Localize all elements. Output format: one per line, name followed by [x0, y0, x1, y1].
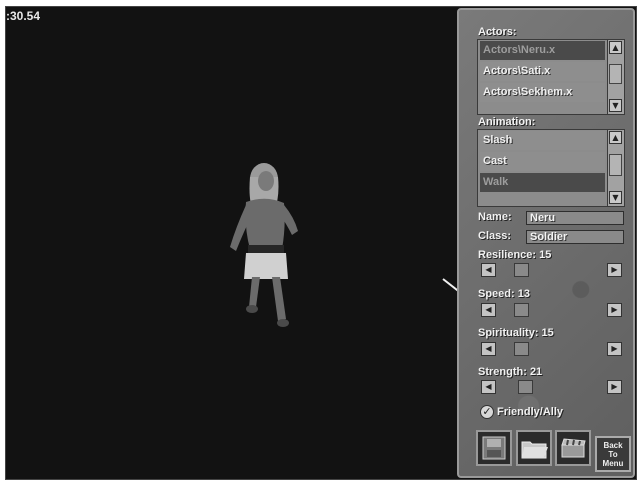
list-item[interactable]: Slash [480, 131, 605, 150]
actors-label: Actors: [478, 26, 517, 38]
list-item[interactable]: Actors\Sati.x [480, 62, 605, 81]
fps-counter: :30.54 [6, 9, 41, 23]
speed-slider-knob[interactable] [514, 303, 529, 317]
spirituality-label: Spirituality: 15 [478, 327, 554, 339]
spirituality-increase-button[interactable]: ▶ [607, 342, 622, 356]
resilience-label: Resilience: 15 [478, 249, 552, 261]
animation-button[interactable] [555, 430, 591, 466]
back-label-line1: Back [603, 441, 623, 450]
animation-listbox[interactable]: Slash Cast Walk ▲ ▼ [477, 129, 625, 207]
back-to-menu-button[interactable]: Back To Menu [595, 436, 631, 472]
folder-icon [521, 441, 548, 459]
spirituality-slider-knob[interactable] [514, 342, 529, 356]
list-item[interactable]: Actors\Neru.x [480, 41, 605, 60]
strength-decrease-button[interactable]: ◀ [481, 380, 496, 394]
scroll-up-icon[interactable]: ▲ [609, 41, 622, 54]
speed-label: Speed: 13 [478, 288, 530, 300]
strength-slider-knob[interactable] [518, 380, 533, 394]
strength-label: Strength: 21 [478, 366, 543, 378]
spirituality-decrease-button[interactable]: ◀ [481, 342, 496, 356]
scroll-thumb[interactable] [609, 64, 622, 84]
scroll-down-icon[interactable]: ▼ [609, 191, 622, 204]
resilience-decrease-button[interactable]: ◀ [481, 263, 496, 277]
speed-decrease-button[interactable]: ◀ [481, 303, 496, 317]
list-item[interactable]: Walk [480, 173, 605, 192]
list-item[interactable]: Actors\Sekhem.x [480, 83, 605, 102]
actors-scrollbar[interactable]: ▲ ▼ [607, 40, 624, 114]
list-item[interactable]: Cast [480, 152, 605, 171]
3d-viewport[interactable] [6, 7, 454, 477]
back-label-line2: To [608, 450, 618, 459]
save-icon [482, 436, 506, 460]
resilience-slider-knob[interactable] [514, 263, 529, 277]
clapperboard-icon [561, 438, 586, 458]
friendly-label: Friendly/Ally [497, 406, 564, 418]
scroll-down-icon[interactable]: ▼ [609, 99, 622, 112]
name-label: Name: [478, 211, 512, 223]
save-button[interactable] [476, 430, 512, 466]
strength-increase-button[interactable]: ▶ [607, 380, 622, 394]
animation-scrollbar[interactable]: ▲ ▼ [607, 130, 624, 206]
scroll-thumb[interactable] [609, 154, 622, 176]
animation-label: Animation: [478, 116, 536, 128]
character-model[interactable] [216, 157, 316, 337]
speed-increase-button[interactable]: ▶ [607, 303, 622, 317]
scroll-up-icon[interactable]: ▲ [609, 131, 622, 144]
open-button[interactable] [516, 430, 552, 466]
resilience-increase-button[interactable]: ▶ [607, 263, 622, 277]
class-label: Class: [478, 230, 512, 242]
friendly-checkbox[interactable]: ✓ [480, 405, 494, 419]
name-field[interactable]: Neru [526, 211, 624, 225]
class-field[interactable]: Soldier [526, 230, 624, 244]
back-label-line3: Menu [602, 459, 624, 468]
actors-listbox[interactable]: Actors\Neru.x Actors\Sati.x Actors\Sekhe… [477, 39, 625, 115]
